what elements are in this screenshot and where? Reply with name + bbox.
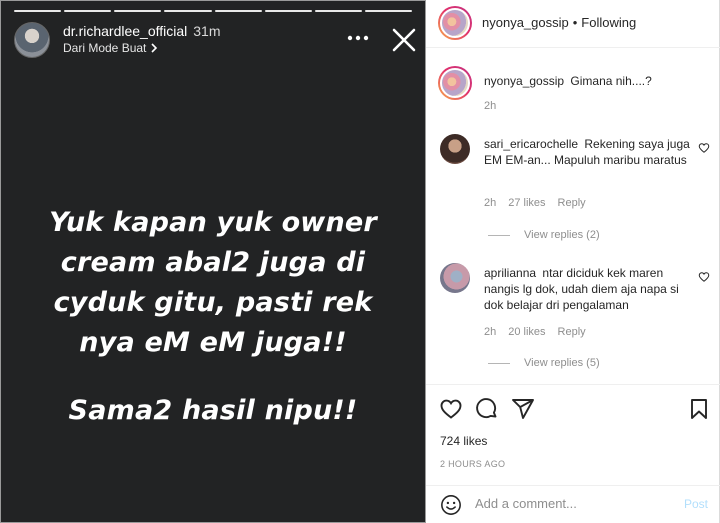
comment-avatar[interactable] — [440, 263, 470, 293]
post-panel: nyonya_gossip • Following nyonya_gossip Gi… — [426, 0, 720, 523]
view-replies-label: View replies (2) — [524, 229, 600, 241]
more-options-icon[interactable] — [347, 29, 369, 47]
post-avatar[interactable] — [438, 6, 472, 40]
add-comment-input[interactable] — [475, 496, 665, 511]
progress-segment — [364, 10, 412, 12]
post-timestamp: 2 HOURS AGO — [440, 459, 506, 469]
comment-like-icon[interactable] — [698, 142, 710, 154]
post-username[interactable]: nyonya_gossip — [482, 15, 569, 30]
following-button[interactable]: Following — [581, 15, 636, 30]
comment-like-icon[interactable] — [698, 271, 710, 283]
post-header: nyonya_gossip • Following — [426, 0, 720, 48]
comment-time: 2h — [484, 326, 497, 338]
add-comment-bar: Post — [426, 485, 720, 523]
separator-dot: • — [572, 15, 578, 30]
story-subtitle[interactable]: Dari Mode Buat — [63, 41, 158, 55]
story-header: dr.richardlee_official 31m — [63, 23, 221, 39]
bookmark-icon[interactable] — [687, 397, 711, 421]
story-username[interactable]: dr.richardlee_official — [63, 23, 187, 39]
story-text-line: cream abal2 juga di — [60, 247, 366, 278]
comment-likes[interactable]: 20 likes — [508, 326, 545, 338]
comment-icon[interactable] — [475, 397, 499, 421]
caption-text: Gimana nih....? — [570, 74, 652, 88]
story-text-line: cyduk gitu, pasti rek — [53, 287, 373, 318]
story-progress-bar — [14, 10, 412, 12]
caption-time: 2h — [484, 100, 497, 112]
comment-username[interactable]: sari_ericarochelle — [484, 137, 578, 151]
story-text-line: Yuk kapan yuk owner — [49, 207, 377, 238]
chevron-right-icon — [151, 43, 158, 53]
caption-avatar[interactable] — [438, 66, 472, 100]
view-replies-button[interactable]: View replies (5) — [488, 357, 600, 369]
comment-likes[interactable]: 27 likes — [508, 197, 545, 209]
heart-icon[interactable] — [439, 397, 463, 421]
caption-username[interactable]: nyonya_gossip — [484, 74, 564, 88]
progress-segment — [264, 10, 312, 12]
comment-username[interactable]: aprilianna — [484, 266, 536, 280]
reply-button[interactable]: Reply — [558, 326, 586, 338]
story-time: 31m — [193, 23, 221, 39]
story-text: Yuk kapan yuk owner cream abal2 juga di … — [21, 203, 405, 431]
comment-avatar[interactable] — [440, 134, 470, 164]
share-icon[interactable] — [511, 397, 535, 421]
story-viewer: dr.richardlee_official 31m Dari Mode Buat… — [0, 0, 426, 523]
progress-segment — [314, 10, 362, 12]
story-text-line: nya eM eM juga!! — [79, 327, 347, 358]
view-replies-button[interactable]: View replies (2) — [488, 229, 600, 241]
story-avatar[interactable] — [14, 22, 50, 58]
progress-segment — [14, 10, 62, 12]
reply-button[interactable]: Reply — [558, 197, 586, 209]
post-button[interactable]: Post — [684, 497, 708, 511]
close-icon[interactable] — [389, 25, 419, 55]
emoji-icon[interactable] — [440, 494, 462, 516]
progress-segment — [164, 10, 212, 12]
progress-segment — [114, 10, 162, 12]
comment-time: 2h — [484, 197, 497, 209]
likes-count[interactable]: 724 likes — [440, 434, 487, 448]
story-subtitle-label: Dari Mode Buat — [63, 41, 147, 55]
story-text-line: Sama2 hasil nipu!! — [68, 395, 358, 426]
view-replies-label: View replies (5) — [524, 357, 600, 369]
action-bar: 724 likes 2 HOURS AGO Post — [426, 384, 720, 523]
progress-segment — [64, 10, 112, 12]
progress-segment — [214, 10, 262, 12]
